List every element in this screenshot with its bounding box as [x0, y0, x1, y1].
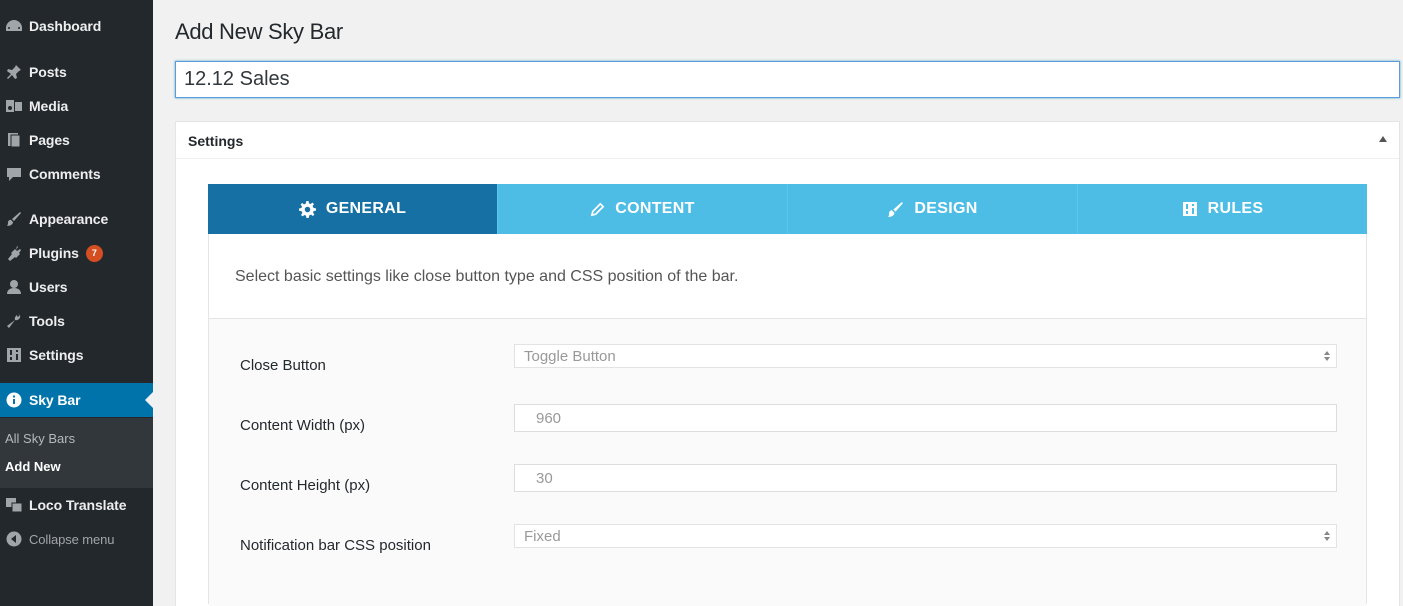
sidebar-item-label: Appearance — [29, 211, 109, 227]
admin-sidebar: Dashboard Posts Media Pages Comments App… — [0, 0, 153, 606]
plugin-update-badge: 7 — [85, 244, 103, 262]
input-value: 960 — [536, 409, 562, 427]
sidebar-item-users[interactable]: Users — [0, 270, 153, 304]
sidebar-item-label: Plugins — [29, 245, 79, 261]
sidebar-item-label: Users — [29, 279, 68, 295]
sidebar-item-label: Media — [29, 98, 69, 114]
sidebar-item-plugins[interactable]: Plugins 7 — [0, 236, 153, 270]
tab-general[interactable]: GENERAL — [208, 184, 498, 234]
select-arrows-icon — [1324, 531, 1330, 541]
tab-content[interactable]: CONTENT — [498, 184, 788, 234]
select-value: Toggle Button — [524, 347, 616, 365]
sidebar-item-dashboard[interactable]: Dashboard — [0, 9, 153, 43]
sidebar-item-label: Sky Bar — [29, 392, 81, 408]
sidebar-item-label: Comments — [29, 166, 101, 182]
tab-label: GENERAL — [325, 200, 407, 217]
settings-fields: Close Button Toggle Button Content Width… — [209, 319, 1366, 606]
sidebar-item-label: Posts — [29, 64, 67, 80]
select-value: Fixed — [524, 527, 561, 545]
active-menu-arrow — [145, 392, 153, 408]
sidebar-item-label: Settings — [29, 347, 84, 363]
sidebar-item-label: Dashboard — [29, 18, 102, 34]
dashboard-icon — [3, 16, 25, 36]
sidebar-item-media[interactable]: Media — [0, 89, 153, 123]
media-icon — [3, 96, 25, 116]
hammer-icon — [887, 201, 904, 218]
collapse-icon — [3, 529, 25, 549]
sidebar-item-settings[interactable]: Settings — [0, 338, 153, 372]
submenu-all-sky-bars[interactable]: All Sky Bars — [5, 431, 75, 446]
content-width-input[interactable]: 960 — [514, 404, 1337, 432]
content-height-input[interactable]: 30 — [514, 464, 1337, 492]
tab-design[interactable]: DESIGN — [788, 184, 1078, 234]
sidebar-item-pages[interactable]: Pages — [0, 123, 153, 157]
sidebar-item-label: Tools — [29, 313, 65, 329]
sidebar-item-label: Collapse menu — [29, 531, 115, 547]
sky-bar-submenu: All Sky Bars Add New — [0, 418, 153, 488]
sidebar-item-tools[interactable]: Tools — [0, 304, 153, 338]
sidebar-item-comments[interactable]: Comments — [0, 157, 153, 191]
page-title: Add New Sky Bar — [175, 19, 343, 44]
pages-icon — [3, 130, 25, 150]
pencil-icon — [590, 202, 605, 217]
settings-title: Settings — [188, 133, 244, 149]
comment-icon — [3, 164, 25, 184]
settings-tabs: GENERAL CONTENT DESIGN RULES — [208, 184, 1367, 234]
settings-metabox: Settings GENERAL CONTENT DESIGN RULES Se… — [175, 121, 1400, 606]
input-value: 30 — [536, 469, 553, 487]
sidebar-item-sky-bar[interactable]: Sky Bar — [0, 383, 153, 417]
user-icon — [3, 277, 25, 297]
tab-description-text: Select basic settings like close button … — [235, 268, 739, 285]
rules-icon — [1182, 201, 1198, 217]
css-position-label: Notification bar CSS position — [240, 537, 431, 554]
select-arrows-icon — [1324, 351, 1330, 361]
general-tab-panel: Select basic settings like close button … — [208, 234, 1367, 606]
sky-bar-title-input[interactable] — [175, 61, 1400, 98]
pin-icon — [3, 62, 25, 82]
collapse-menu-button[interactable]: Collapse menu — [0, 522, 153, 556]
content-height-label: Content Height (px) — [240, 477, 371, 494]
gear-icon — [298, 200, 316, 218]
sidebar-item-label: Loco Translate — [29, 497, 127, 513]
settings-icon — [3, 345, 25, 365]
settings-metabox-header[interactable]: Settings — [176, 122, 1399, 159]
submenu-add-new[interactable]: Add New — [5, 459, 61, 474]
info-icon — [3, 390, 25, 410]
wrench-icon — [3, 311, 25, 331]
content-width-label: Content Width (px) — [240, 417, 366, 434]
sidebar-item-label: Pages — [29, 132, 70, 148]
sidebar-item-posts[interactable]: Posts — [0, 55, 153, 89]
close-button-select[interactable]: Toggle Button — [514, 344, 1337, 368]
collapse-arrow-icon[interactable] — [1379, 136, 1387, 142]
brush-icon — [3, 209, 25, 229]
sidebar-item-loco-translate[interactable]: Loco Translate — [0, 488, 153, 522]
tab-label: CONTENT — [615, 200, 695, 217]
tab-label: DESIGN — [914, 200, 978, 217]
sidebar-item-appearance[interactable]: Appearance — [0, 202, 153, 236]
close-button-label: Close Button — [240, 357, 326, 374]
tab-rules[interactable]: RULES — [1078, 184, 1367, 234]
plug-icon — [3, 243, 25, 263]
translate-icon — [3, 495, 25, 515]
tab-label: RULES — [1207, 200, 1264, 217]
tab-description: Select basic settings like close button … — [209, 234, 1366, 319]
css-position-select[interactable]: Fixed — [514, 524, 1337, 548]
